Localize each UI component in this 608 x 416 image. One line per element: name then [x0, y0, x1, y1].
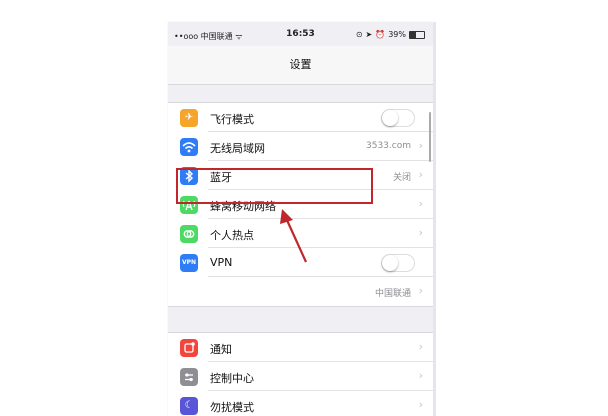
page: ••ooo 中国联通 ᯤ 16:53 ⊙ ➤ ⏰ 39% 设置 ✈ 飞行模式 无… — [0, 0, 608, 416]
annotation-arrow-icon — [280, 209, 308, 263]
